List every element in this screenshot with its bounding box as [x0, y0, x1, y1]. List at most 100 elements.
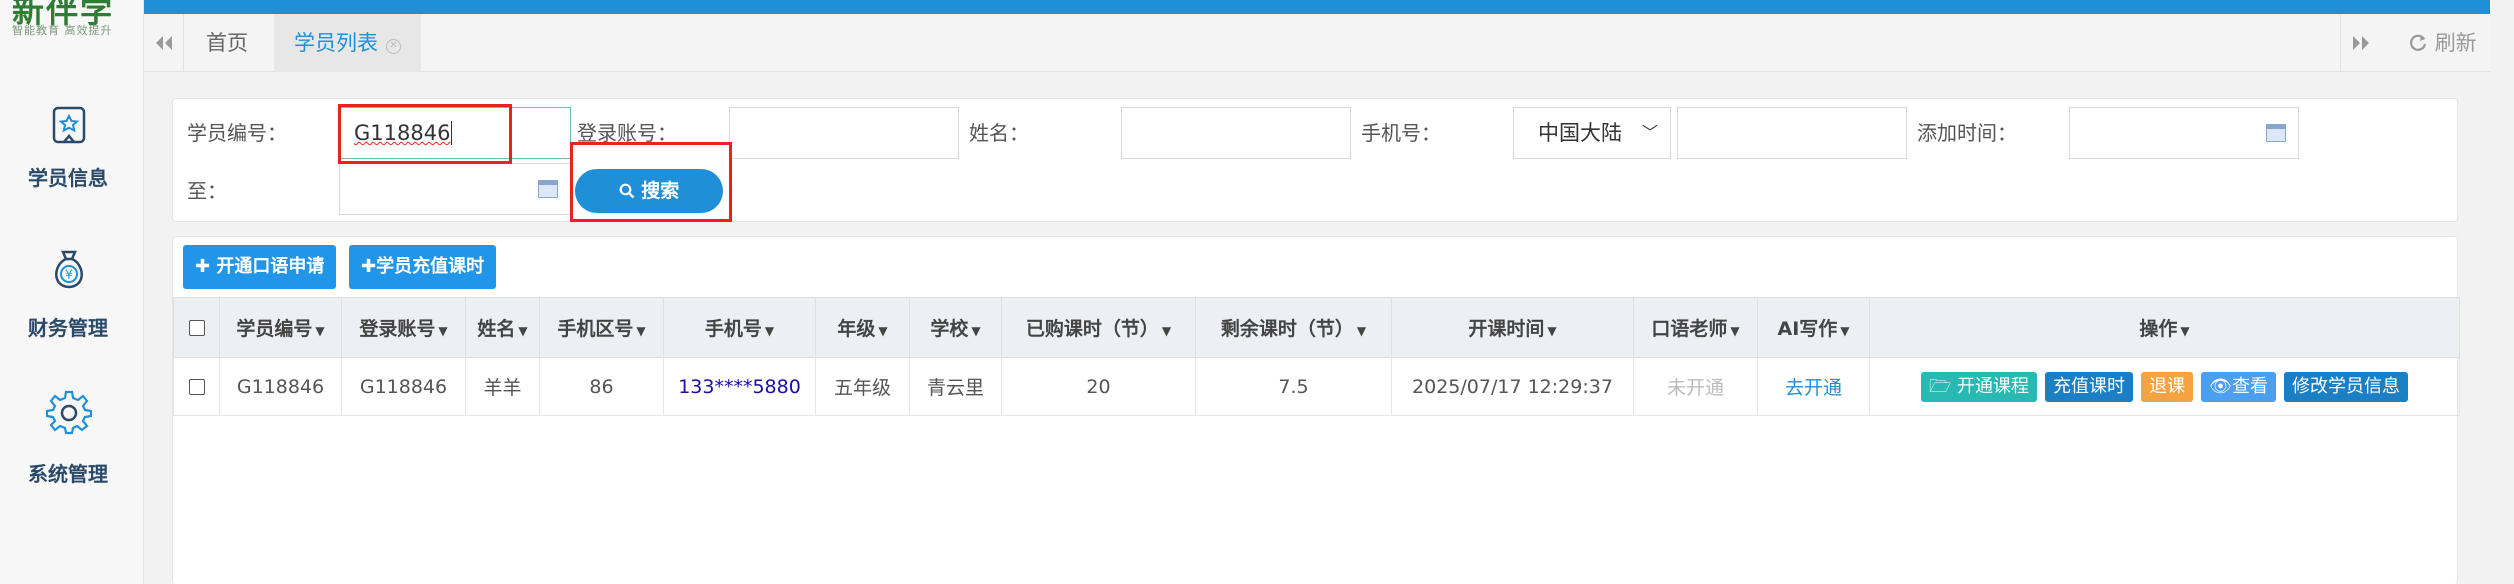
refresh-icon	[2410, 34, 2427, 51]
calendar-icon	[538, 180, 558, 198]
plus-icon: ✚	[361, 256, 377, 277]
sort-caret-icon: ▼	[1356, 324, 1367, 338]
column-header[interactable]: 口语老师 ▼	[1633, 297, 1758, 358]
tab-label: 学员列表	[294, 31, 378, 55]
tab-home[interactable]: 首页	[186, 14, 268, 72]
money-bag-icon: ¥	[55, 250, 83, 289]
sidebar-item-finance[interactable]: ¥ 财务管理	[0, 242, 144, 352]
recharge-hours-button[interactable]: ✚学员充值课时	[349, 245, 497, 289]
cell-student-id: G118846	[219, 357, 342, 416]
plus-icon: ✚	[195, 256, 211, 277]
search-button-label: 搜索	[641, 180, 680, 202]
sort-caret-icon: ▼	[1161, 324, 1172, 338]
sort-caret-icon: ▼	[2180, 324, 2190, 338]
sidebar-item-system[interactable]: 系统管理	[0, 390, 144, 500]
sort-caret-icon: ▼	[1730, 324, 1740, 338]
select-all-cell	[173, 297, 220, 358]
add-time-start-input[interactable]	[2069, 107, 2299, 159]
row-checkbox[interactable]	[188, 379, 205, 395]
logo-slogan: 智能教育 高效提升	[12, 24, 113, 37]
column-header[interactable]: 剩余课时（节） ▼	[1195, 297, 1392, 358]
column-header[interactable]: 学员编号 ▼	[219, 297, 342, 358]
student-id-input[interactable]: G118846	[339, 107, 571, 159]
chevron-down-icon: ﹀	[1641, 123, 1658, 142]
cell-area-code: 86	[539, 357, 664, 416]
column-header[interactable]: 开课时间 ▼	[1391, 297, 1634, 358]
cell-bought-hours: 20	[1001, 357, 1196, 416]
eye-icon: 👁	[2209, 375, 2232, 397]
search-icon	[619, 183, 635, 199]
double-chevron-right-icon	[2352, 36, 2369, 50]
student-table: 学员编号 ▼ 登录账号 ▼ 姓名 ▼ 手机区号 ▼ 手机号 ▼ 年级 ▼ 学校 ▼ 已购课时（…	[173, 297, 2460, 416]
oral-teacher-status: 未开通	[1666, 377, 1724, 399]
region-select[interactable]: 中国大陆 ﹀	[1513, 107, 1671, 159]
sidebar-item-label: 系统管理	[28, 462, 108, 486]
tab-student-list[interactable]: 学员列表 ✕	[274, 14, 421, 72]
select-all-checkbox[interactable]	[188, 320, 205, 336]
sort-caret-icon: ▼	[1547, 324, 1557, 338]
phone-link[interactable]: 133****5880	[678, 376, 801, 398]
cell-remaining-hours: 7.5	[1195, 357, 1392, 416]
table-panel: ✚ 开通口语申请 ✚学员充值课时 学员编号 ▼ 登录账号 ▼ 姓名 ▼ 手机区号 ▼ 手…	[172, 236, 2460, 584]
drop-course-button[interactable]: 退课	[2141, 371, 2194, 402]
cell-ai-writing: 去开通	[1757, 357, 1870, 416]
search-button[interactable]: 搜索	[575, 169, 723, 213]
sidebar-item-label: 学员信息	[28, 166, 108, 190]
sort-caret-icon: ▼	[315, 324, 325, 338]
sort-caret-icon: ▼	[764, 324, 775, 338]
cell-name: 羊羊	[465, 357, 540, 416]
table-row: G118846 G118846 羊羊 86 133****5880 五年级 青云…	[173, 357, 2460, 416]
student-badge-icon	[52, 106, 86, 144]
ai-writing-open-link[interactable]: 去开通	[1785, 377, 1842, 399]
column-header[interactable]: AI写作 ▼	[1757, 297, 1870, 358]
column-header[interactable]: 学校 ▼	[909, 297, 1002, 358]
table-header-row: 学员编号 ▼ 登录账号 ▼ 姓名 ▼ 手机区号 ▼ 手机号 ▼ 年级 ▼ 学校 ▼ 已购课时（…	[173, 297, 2460, 358]
tabs-scroll-left-button[interactable]	[144, 14, 184, 72]
name-label: 姓名：	[969, 121, 1029, 145]
add-time-end-input[interactable]	[339, 163, 571, 215]
phone-input[interactable]	[1677, 107, 1907, 159]
recharge-row-button[interactable]: 充值课时	[2045, 371, 2134, 402]
cell-school: 青云里	[909, 357, 1002, 416]
open-course-button[interactable]: 🗁 开通课程	[1920, 371, 2037, 402]
login-account-input[interactable]	[729, 107, 959, 159]
sort-caret-icon: ▼	[636, 324, 646, 338]
sort-caret-icon: ▼	[971, 324, 981, 338]
tabs-scroll-right-button[interactable]	[2340, 14, 2380, 72]
sort-caret-icon: ▼	[518, 324, 528, 338]
sort-caret-icon: ▼	[1840, 324, 1850, 338]
sidebar-item-student-info[interactable]: 学员信息	[0, 96, 144, 206]
student-id-label: 学员编号：	[187, 121, 287, 145]
tab-label: 首页	[206, 31, 248, 55]
column-header[interactable]: 操作 ▼	[1869, 297, 2460, 358]
sort-caret-icon: ▼	[878, 324, 888, 338]
top-header-bar	[144, 0, 2490, 14]
column-header[interactable]: 手机区号 ▼	[539, 297, 664, 358]
row-select-cell	[173, 357, 220, 416]
column-header[interactable]: 登录账号 ▼	[341, 297, 466, 358]
refresh-label: 刷新	[2434, 31, 2477, 55]
column-header[interactable]: 年级 ▼	[815, 297, 910, 358]
phone-label: 手机号：	[1361, 121, 1441, 145]
search-panel: 学员编号： G118846 登录账号： 姓名： 手机号： 中国大陆 ﹀ 添加时间…	[172, 98, 2458, 222]
sort-caret-icon: ▼	[438, 324, 448, 338]
cell-oral-teacher: 未开通	[1633, 357, 1758, 416]
gear-icon	[46, 390, 92, 435]
cell-phone: 133****5880	[663, 357, 816, 416]
column-header[interactable]: 手机号 ▼	[663, 297, 816, 358]
name-input[interactable]	[1121, 107, 1351, 159]
login-account-label: 登录账号：	[577, 121, 677, 145]
refresh-button[interactable]: 刷新	[2408, 14, 2477, 72]
column-header[interactable]: 已购课时（节） ▼	[1001, 297, 1196, 358]
svg-text:¥: ¥	[65, 268, 73, 282]
double-chevron-left-icon	[155, 36, 172, 50]
calendar-icon	[2266, 124, 2286, 142]
column-header[interactable]: 姓名 ▼	[465, 297, 540, 358]
folder-open-icon: 🗁	[1928, 375, 1952, 397]
edit-student-button[interactable]: 修改学员信息	[2284, 371, 2409, 402]
open-oral-application-button[interactable]: ✚ 开通口语申请	[183, 245, 337, 289]
sidebar: 新伴学 智能教育 高效提升 学员信息 ¥ 财务管理 系统管理	[0, 0, 144, 584]
close-icon[interactable]: ✕	[386, 39, 401, 54]
view-button[interactable]: 👁查看	[2201, 371, 2276, 402]
tab-bar: 首页 学员列表 ✕ 刷新	[144, 14, 2490, 72]
